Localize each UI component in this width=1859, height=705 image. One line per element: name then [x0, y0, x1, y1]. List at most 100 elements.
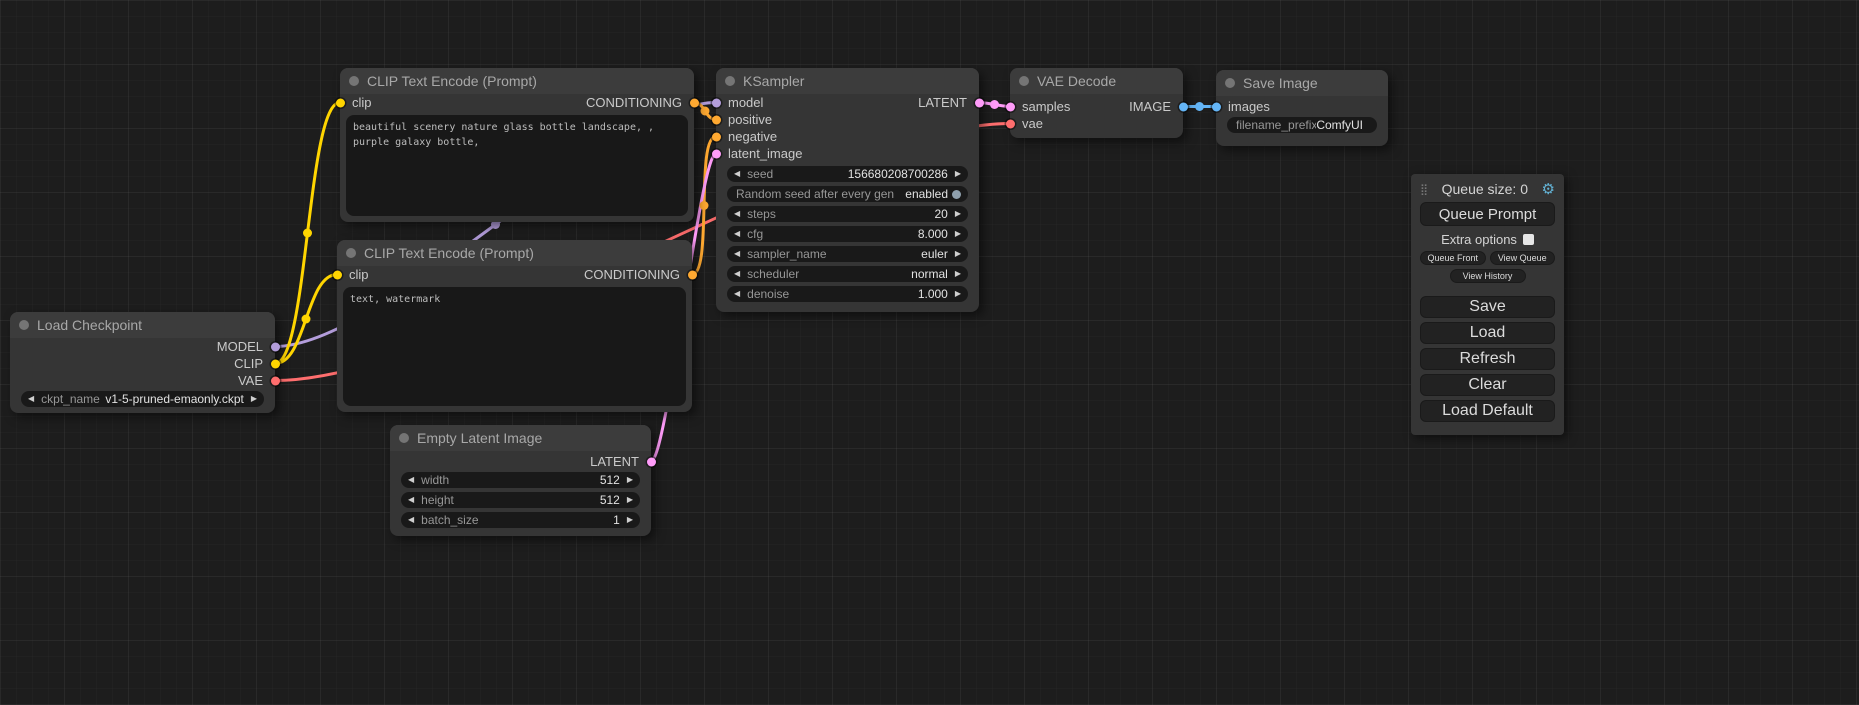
input-port-samples[interactable]: [1006, 102, 1015, 111]
node-title-bar[interactable]: CLIP Text Encode (Prompt): [337, 240, 692, 266]
node-title-bar[interactable]: KSampler: [716, 68, 979, 94]
widget-batch-size[interactable]: ◀ batch_size 1 ▶: [401, 512, 640, 528]
input-port-vae[interactable]: [1006, 119, 1015, 128]
widget-filename-prefix[interactable]: filename_prefix ComfyUI: [1227, 117, 1377, 133]
node-title: VAE Decode: [1037, 73, 1116, 89]
decrement-arrow-icon[interactable]: ◀: [408, 496, 414, 504]
increment-arrow-icon[interactable]: ▶: [955, 290, 961, 298]
input-port-negative[interactable]: [712, 132, 721, 141]
wire-midpoint-dot: [303, 229, 312, 238]
extra-options-row: Extra options: [1420, 231, 1555, 247]
input-port-images[interactable]: [1212, 102, 1221, 111]
widget-random-seed-toggle[interactable]: Random seed after every gen enabled: [727, 186, 968, 202]
input-port-clip[interactable]: [333, 270, 342, 279]
slot-row: model LATENT: [716, 94, 979, 111]
output-port-vae[interactable]: [271, 376, 280, 385]
settings-gear-icon[interactable]: ⚙: [1542, 180, 1555, 198]
toggle-on-dot-icon[interactable]: [952, 190, 961, 199]
output-port-latent[interactable]: [975, 98, 984, 107]
widget-name: steps: [747, 207, 776, 221]
extra-options-checkbox[interactable]: [1523, 234, 1534, 245]
decrement-arrow-icon[interactable]: ◀: [734, 170, 740, 178]
decrement-arrow-icon[interactable]: ◀: [734, 230, 740, 238]
collapse-dot[interactable]: [725, 76, 735, 86]
output-label-conditioning: CONDITIONING: [586, 95, 682, 110]
node-load-checkpoint[interactable]: Load Checkpoint MODEL CLIP VAE ◀ ckpt_na…: [10, 312, 275, 413]
queue-menu-panel[interactable]: ⣿ Queue size: 0 ⚙ Queue Prompt Extra opt…: [1411, 174, 1564, 435]
queue-front-button[interactable]: Queue Front: [1420, 251, 1486, 265]
input-port-latent-image[interactable]: [712, 149, 721, 158]
widget-name: sampler_name: [747, 247, 826, 261]
increment-arrow-icon[interactable]: ▶: [955, 170, 961, 178]
decrement-arrow-icon[interactable]: ◀: [734, 210, 740, 218]
input-port-positive[interactable]: [712, 115, 721, 124]
decrement-arrow-icon[interactable]: ◀: [28, 395, 34, 403]
increment-arrow-icon[interactable]: ▶: [955, 270, 961, 278]
increment-arrow-icon[interactable]: ▶: [955, 250, 961, 258]
decrement-arrow-icon[interactable]: ◀: [408, 516, 414, 524]
refresh-button[interactable]: Refresh: [1420, 348, 1555, 370]
node-graph-canvas[interactable]: Load Checkpoint MODEL CLIP VAE ◀ ckpt_na…: [0, 0, 1859, 705]
decrement-arrow-icon[interactable]: ◀: [734, 270, 740, 278]
widget-denoise[interactable]: ◀ denoise 1.000 ▶: [727, 286, 968, 302]
load-button[interactable]: Load: [1420, 322, 1555, 344]
decrement-arrow-icon[interactable]: ◀: [408, 476, 414, 484]
output-port-conditioning[interactable]: [690, 98, 699, 107]
increment-arrow-icon[interactable]: ▶: [627, 496, 633, 504]
node-vae-decode[interactable]: VAE Decode samples IMAGE vae: [1010, 68, 1183, 138]
slot-row: MODEL: [10, 338, 275, 355]
node-clip-text-encode-positive[interactable]: CLIP Text Encode (Prompt) clip CONDITION…: [340, 68, 694, 222]
widget-steps[interactable]: ◀ steps 20 ▶: [727, 206, 968, 222]
node-title-bar[interactable]: CLIP Text Encode (Prompt): [340, 68, 694, 94]
increment-arrow-icon[interactable]: ▶: [955, 230, 961, 238]
clear-button[interactable]: Clear: [1420, 374, 1555, 396]
collapse-dot[interactable]: [346, 248, 356, 258]
node-empty-latent-image[interactable]: Empty Latent Image LATENT ◀ width 512 ▶ …: [390, 425, 651, 536]
view-history-button[interactable]: View History: [1450, 269, 1526, 283]
widget-seed[interactable]: ◀ seed 156680208700286 ▶: [727, 166, 968, 182]
increment-arrow-icon[interactable]: ▶: [251, 395, 257, 403]
node-title-bar[interactable]: Empty Latent Image: [390, 425, 651, 451]
output-port-clip[interactable]: [271, 359, 280, 368]
queue-prompt-button[interactable]: Queue Prompt: [1420, 202, 1555, 226]
collapse-dot[interactable]: [349, 76, 359, 86]
view-queue-button[interactable]: View Queue: [1490, 251, 1556, 265]
widget-height[interactable]: ◀ height 512 ▶: [401, 492, 640, 508]
output-port-conditioning[interactable]: [688, 270, 697, 279]
decrement-arrow-icon[interactable]: ◀: [734, 250, 740, 258]
widget-sampler-name[interactable]: ◀ sampler_name euler ▶: [727, 246, 968, 262]
node-title-bar[interactable]: Save Image: [1216, 70, 1388, 96]
load-default-button[interactable]: Load Default: [1420, 400, 1555, 422]
increment-arrow-icon[interactable]: ▶: [627, 516, 633, 524]
input-label-positive: positive: [728, 112, 772, 127]
drag-handle-icon[interactable]: ⣿: [1420, 183, 1428, 196]
node-title-bar[interactable]: VAE Decode: [1010, 68, 1183, 94]
widget-scheduler[interactable]: ◀ scheduler normal ▶: [727, 266, 968, 282]
output-port-model[interactable]: [271, 342, 280, 351]
node-save-image[interactable]: Save Image images filename_prefix ComfyU…: [1216, 70, 1388, 146]
output-port-latent[interactable]: [647, 457, 656, 466]
node-ksampler[interactable]: KSampler model LATENT positive negative …: [716, 68, 979, 312]
input-port-model[interactable]: [712, 98, 721, 107]
increment-arrow-icon[interactable]: ▶: [955, 210, 961, 218]
positive-prompt-textarea[interactable]: beautiful scenery nature glass bottle la…: [346, 115, 688, 216]
input-label-images: images: [1228, 99, 1270, 114]
widget-width[interactable]: ◀ width 512 ▶: [401, 472, 640, 488]
collapse-dot[interactable]: [399, 433, 409, 443]
widget-ckpt-name[interactable]: ◀ ckpt_name v1-5-pruned-emaonly.ckpt ▶: [21, 391, 264, 407]
negative-prompt-textarea[interactable]: text, watermark: [343, 287, 686, 406]
widget-cfg[interactable]: ◀ cfg 8.000 ▶: [727, 226, 968, 242]
save-button[interactable]: Save: [1420, 296, 1555, 318]
decrement-arrow-icon[interactable]: ◀: [734, 290, 740, 298]
node-clip-text-encode-negative[interactable]: CLIP Text Encode (Prompt) clip CONDITION…: [337, 240, 692, 412]
node-title: Empty Latent Image: [417, 430, 542, 446]
collapse-dot[interactable]: [1225, 78, 1235, 88]
widget-name: ckpt_name: [41, 392, 100, 406]
increment-arrow-icon[interactable]: ▶: [627, 476, 633, 484]
node-title-bar[interactable]: Load Checkpoint: [10, 312, 275, 338]
collapse-dot[interactable]: [1019, 76, 1029, 86]
output-port-image[interactable]: [1179, 102, 1188, 111]
widget-name: denoise: [747, 287, 789, 301]
input-port-clip[interactable]: [336, 98, 345, 107]
collapse-dot[interactable]: [19, 320, 29, 330]
